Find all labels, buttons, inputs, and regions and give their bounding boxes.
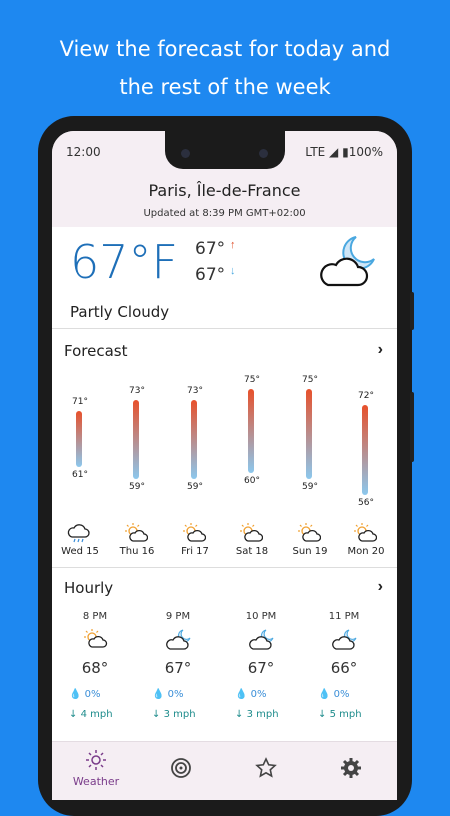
hourly-temp: 67° [164, 659, 192, 677]
nav-weather[interactable]: Weather [66, 750, 126, 788]
raindrop-icon: 💧 [69, 689, 82, 700]
forecast-temp-bar [362, 405, 368, 496]
forecast-day-label: Mon 20 [347, 546, 385, 557]
forecast-high-label: 72° [358, 391, 374, 402]
promo-caption: View the forecast for today and the rest… [0, 30, 450, 106]
forecast-day-label: Sat 18 [235, 546, 269, 557]
raindrop-icon: 💧 [318, 689, 331, 700]
forecast-low-label: 59° [129, 481, 145, 492]
forecast-temp-bar [248, 388, 254, 473]
hourly-wind: ↓ 3 mph [235, 709, 279, 720]
hourly-temp: 67° [247, 659, 275, 677]
forecast-low-label: 61° [72, 470, 88, 481]
forecast-day-4[interactable]: 75° 59° Sun 19 [280, 131, 340, 557]
forecast-day-label: Sun 19 [292, 546, 328, 557]
partly-sunny-icon [84, 629, 108, 648]
forecast-temp-bar [191, 399, 197, 479]
hourly-time: 8 PM [82, 611, 108, 622]
hourly-title: Hourly [64, 579, 114, 597]
hourly-time: 9 PM [165, 611, 191, 622]
forecast-low-label: 60° [244, 475, 260, 486]
hourly-temp: 68° [81, 659, 109, 677]
forecast-high-label: 73° [187, 385, 203, 396]
hourly-wind: ↓ 5 mph [318, 709, 362, 720]
hourly-wind: ↓ 3 mph [152, 709, 196, 720]
nav-settings[interactable] [321, 757, 381, 784]
rain-cloud-icon [67, 524, 90, 543]
nav-weather-label: Weather [72, 775, 120, 788]
radar-icon [171, 758, 191, 778]
phone-side-button [410, 292, 414, 330]
forecast-temp-bar [76, 411, 82, 468]
forecast-temp-bar [133, 399, 139, 479]
wind-arrow-icon: ↓ [235, 709, 244, 720]
partly-sunny-icon [125, 523, 148, 542]
night-cloudy-icon [166, 629, 191, 650]
hourly-wind: ↓ 4 mph [69, 709, 113, 720]
forecast-day-label: Thu 16 [119, 546, 155, 557]
hourly-item-3[interactable]: 11 PM 66° 💧 0% ↓ 5 mph [314, 611, 384, 721]
phone-volume-button [410, 392, 414, 462]
wind-arrow-icon: ↓ [152, 709, 161, 720]
hourly-precip: 💧 0% [152, 689, 184, 700]
forecast-low-label: 59° [302, 481, 318, 492]
forecast-day-1[interactable]: 73° 59° Thu 16 [107, 131, 167, 557]
forecast-high-label: 71° [72, 397, 88, 408]
hourly-item-2[interactable]: 10 PM 67° 💧 0% ↓ 3 mph [231, 611, 301, 721]
raindrop-icon: 💧 [152, 689, 165, 700]
wind-arrow-icon: ↓ [318, 709, 327, 720]
forecast-high-label: 73° [129, 385, 145, 396]
night-cloudy-icon [249, 629, 274, 650]
nav-radar[interactable] [151, 757, 211, 784]
sun-icon [86, 750, 106, 770]
forecast-high-label: 75° [244, 374, 260, 385]
gear-icon [341, 758, 361, 778]
forecast-day-label: Fri 17 [181, 546, 209, 557]
forecast-chevron-right-icon[interactable]: › [378, 341, 383, 359]
raindrop-icon: 💧 [235, 689, 248, 700]
wind-arrow-icon: ↓ [69, 709, 78, 720]
partly-sunny-icon [240, 523, 263, 542]
bottom-navigation: Weather [52, 741, 397, 800]
hourly-time: 10 PM [245, 611, 277, 622]
partly-sunny-icon [298, 523, 321, 542]
hourly-chevron-right-icon[interactable]: › [378, 578, 383, 596]
hourly-temp: 66° [330, 659, 358, 677]
app-screen: 12:00 LTE ◢ ▮100% Paris, Île-de-France U… [52, 131, 397, 800]
partly-sunny-icon [183, 523, 206, 542]
nav-favorites[interactable] [236, 757, 296, 784]
forecast-day-label: Wed 15 [61, 546, 99, 557]
hourly-item-1[interactable]: 9 PM 67° 💧 0% ↓ 3 mph [148, 611, 218, 721]
forecast-title: Forecast [64, 342, 128, 360]
hourly-item-0[interactable]: 8 PM 68° 💧 0% ↓ 4 mph [65, 611, 135, 721]
forecast-day-0[interactable]: 71° 61° Wed 15 [52, 131, 110, 557]
forecast-high-label: 75° [302, 374, 318, 385]
forecast-temp-bar [306, 388, 312, 479]
night-cloudy-icon [332, 629, 357, 650]
star-icon [255, 757, 277, 778]
forecast-low-label: 59° [187, 481, 203, 492]
forecast-low-label: 56° [358, 498, 374, 509]
forecast-day-3[interactable]: 75° 60° Sat 18 [222, 131, 282, 557]
hourly-precip: 💧 0% [69, 689, 101, 700]
hourly-time: 11 PM [328, 611, 360, 622]
promo-line-1: View the forecast for today and [59, 37, 391, 61]
forecast-day-2[interactable]: 73° 59° Fri 17 [165, 131, 225, 557]
hourly-precip: 💧 0% [235, 689, 267, 700]
promo-line-2: the rest of the week [119, 75, 331, 99]
divider [52, 567, 397, 568]
partly-sunny-icon [354, 523, 377, 542]
forecast-day-5[interactable]: 72° 56° Mon 20 [336, 131, 396, 557]
hourly-precip: 💧 0% [318, 689, 350, 700]
